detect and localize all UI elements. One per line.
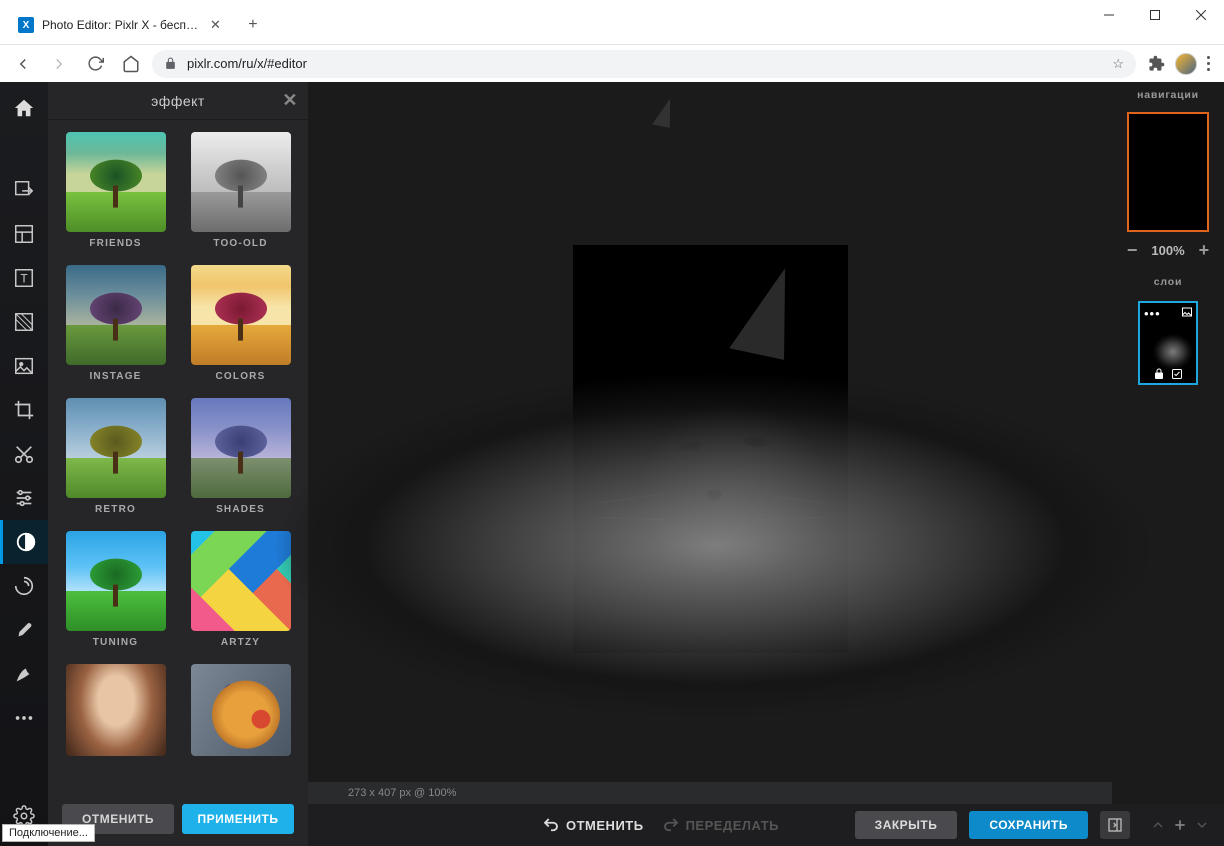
bottom-action-bar: ОТМЕНИТЬ ПЕРЕДЕЛАТЬ ЗАКРЫТЬ СОХРАНИТЬ — [308, 804, 1224, 846]
add-layer-icon[interactable] — [1172, 817, 1188, 833]
window-minimize-button[interactable] — [1086, 0, 1132, 30]
window-close-button[interactable] — [1178, 0, 1224, 30]
layer-menu-icon[interactable]: ••• — [1144, 306, 1161, 321]
layer-down-icon[interactable] — [1194, 817, 1210, 833]
redo-icon — [662, 816, 680, 834]
profile-avatar[interactable] — [1175, 53, 1197, 75]
url-text: pixlr.com/ru/x/#editor — [187, 56, 307, 71]
close-button[interactable]: ЗАКРЫТЬ — [855, 811, 958, 839]
new-tab-button[interactable]: + — [239, 11, 267, 39]
undo-button[interactable]: ОТМЕНИТЬ — [542, 816, 644, 834]
layer-lock-icon[interactable] — [1153, 368, 1165, 380]
window-titlebar: X Photo Editor: Pixlr X - бесплатны ✕ + — [0, 0, 1224, 44]
extensions-icon[interactable] — [1148, 55, 1165, 72]
toggle-right-panel-button[interactable] — [1100, 811, 1130, 839]
layer-thumbnail[interactable]: ••• — [1138, 301, 1198, 385]
browser-tab[interactable]: X Photo Editor: Pixlr X - бесплатны ✕ — [8, 8, 231, 42]
undo-icon — [542, 816, 560, 834]
lock-icon — [164, 57, 177, 70]
layer-up-icon[interactable] — [1150, 817, 1166, 833]
browser-status-text: Подключение... — [2, 824, 95, 842]
layer-visible-icon[interactable] — [1171, 368, 1183, 380]
browser-menu-button[interactable] — [1207, 56, 1210, 71]
home-button[interactable] — [116, 49, 146, 79]
window-maximize-button[interactable] — [1132, 0, 1178, 30]
redo-button: ПЕРЕДЕЛАТЬ — [662, 816, 779, 834]
navigation-thumbnail[interactable] — [1127, 112, 1209, 232]
save-button[interactable]: СОХРАНИТЬ — [969, 811, 1088, 839]
tab-close-icon[interactable]: ✕ — [210, 17, 221, 33]
browser-toolbar: pixlr.com/ru/x/#editor ☆ — [0, 44, 1224, 82]
tab-title: Photo Editor: Pixlr X - бесплатны — [42, 18, 202, 32]
layer-type-image-icon — [1181, 306, 1193, 318]
forward-button[interactable] — [44, 49, 74, 79]
back-button[interactable] — [8, 49, 38, 79]
bookmark-star-icon[interactable]: ☆ — [1112, 56, 1124, 72]
address-bar[interactable]: pixlr.com/ru/x/#editor ☆ — [152, 50, 1136, 78]
pixlr-favicon: X — [18, 17, 34, 33]
reload-button[interactable] — [80, 49, 110, 79]
